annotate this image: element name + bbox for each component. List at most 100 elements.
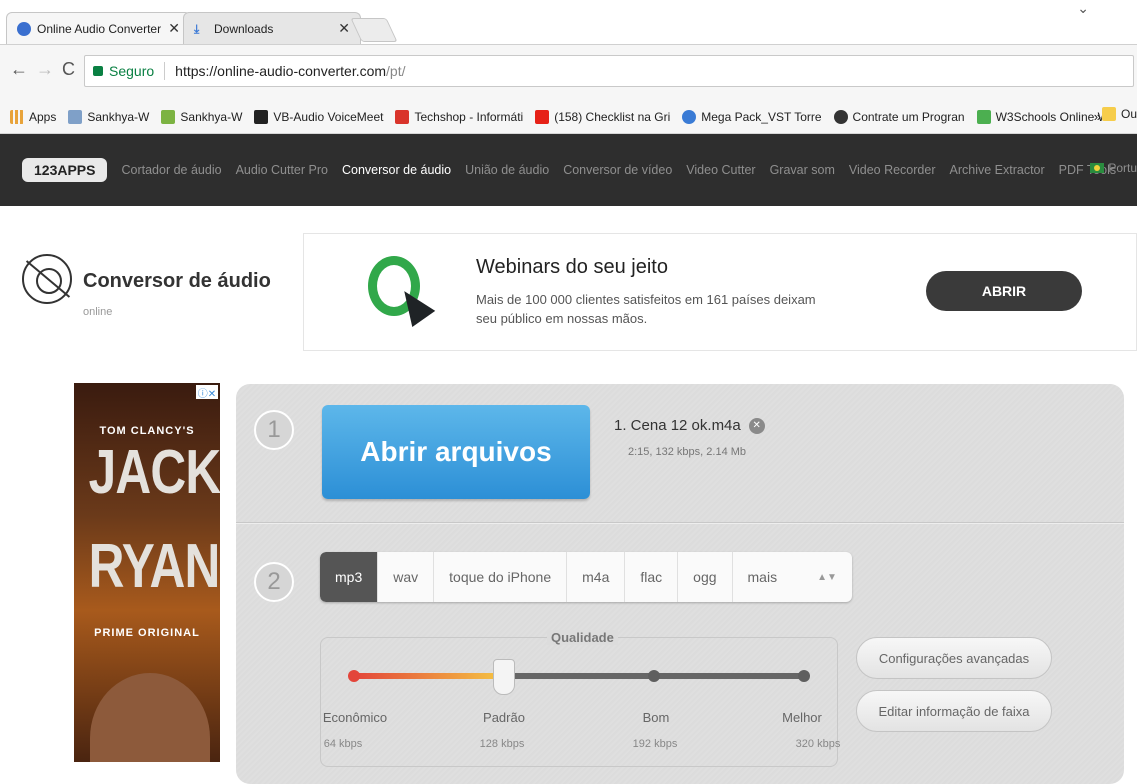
format-flac[interactable]: flac: [625, 552, 679, 602]
remove-file-icon[interactable]: ✕: [748, 417, 765, 434]
nav-link[interactable]: Audio Cutter Pro: [236, 163, 328, 177]
step-number: 2: [254, 562, 294, 602]
bookmark-label: Ou: [1120, 107, 1137, 121]
language-selector[interactable]: Portu: [1090, 161, 1137, 175]
close-icon[interactable]: ✕: [338, 20, 350, 37]
window-minimize-icon[interactable]: ⌄: [1077, 0, 1089, 17]
bookmark-folder[interactable]: Ou: [1101, 107, 1137, 121]
format-mp3[interactable]: mp3: [320, 552, 379, 602]
bookmark-label: Mega Pack_VST Torre: [701, 109, 822, 124]
bookmark-label: W3Schools Online W: [995, 109, 1109, 124]
address-bar[interactable]: Seguro https://online-audio-converter.co…: [84, 55, 1134, 87]
nav-link[interactable]: Cortador de áudio: [121, 163, 221, 177]
file-name: 1. Cena 12 ok.m4a: [614, 417, 741, 434]
language-label: Portu: [1108, 161, 1137, 175]
download-icon: ⤓: [194, 21, 200, 36]
bookmark-label: (158) Checklist na Gri: [554, 109, 671, 124]
nav-link[interactable]: Gravar som: [770, 163, 835, 177]
nav-link[interactable]: Conversor de vídeo: [563, 163, 672, 177]
bookmark-item[interactable]: W3Schools Online W: [976, 109, 1109, 124]
bookmark-label: Apps: [29, 109, 57, 124]
sort-arrows-icon: ▲▼: [817, 571, 837, 583]
bookmark-favicon-icon: [833, 109, 848, 124]
quality-label: Padrão: [483, 710, 525, 725]
quality-label: Econômico: [322, 710, 388, 725]
url-path: /pt/: [386, 63, 406, 79]
divider: [236, 522, 1124, 524]
converter-panel: 1 Abrir arquivos 1. Cena 12 ok.m4a ✕ 2:1…: [236, 384, 1124, 784]
ad-text: PRIME ORIGINAL: [94, 627, 200, 639]
advanced-settings-button[interactable]: Configurações avançadas: [856, 637, 1052, 679]
slider-stop[interactable]: [348, 670, 360, 682]
audio-disc-icon: [22, 254, 72, 304]
side-ad[interactable]: ⓘ✕ TOM CLANCY'S JACK RYAN PRIME ORIGINAL: [74, 383, 220, 762]
format-wav[interactable]: wav: [378, 552, 435, 602]
browser-tab-strip: Online Audio Converter - ✕ ⤓ Downloads ✕…: [0, 0, 1137, 44]
step-number: 1: [254, 410, 294, 450]
ad-banner[interactable]: Webinars do seu jeito Mais de 100 000 cl…: [303, 233, 1137, 351]
tab-title: Online Audio Converter -: [37, 21, 163, 36]
slider-stop[interactable]: [798, 670, 810, 682]
bookmark-item[interactable]: Techshop - Informáti: [395, 109, 524, 124]
back-icon[interactable]: ←: [10, 59, 28, 80]
quality-label: Bom: [642, 710, 670, 725]
tab-title: Downloads: [214, 21, 274, 36]
nav-link[interactable]: Archive Extractor: [950, 163, 1045, 177]
ad-text: TOM CLANCY'S: [99, 425, 195, 437]
bookmark-item[interactable]: Sankhya-W: [68, 109, 150, 124]
file-meta: 2:15, 132 kbps, 2.14 Mb: [628, 446, 747, 458]
quality-slider[interactable]: [348, 659, 810, 695]
slider-thumb[interactable]: [493, 659, 515, 695]
url-host: https://online-audio-converter.com: [175, 63, 387, 79]
bookmark-favicon-icon: [254, 109, 269, 124]
page-subtitle: online: [83, 306, 113, 318]
quality-kbps: 64 kbps: [323, 738, 363, 750]
format-selector: mp3 wav toque do iPhone m4a flac ogg mai…: [320, 552, 852, 602]
divider: [164, 62, 166, 80]
quality-label: Melhor: [782, 710, 822, 725]
ad-title: Webinars do seu jeito: [476, 256, 668, 278]
format-iphone-ringtone[interactable]: toque do iPhone: [434, 552, 568, 602]
ad-close-icon[interactable]: ⓘ✕: [196, 385, 218, 400]
ad-text: JACK: [88, 438, 220, 507]
bookmark-item[interactable]: Contrate um Progran: [833, 109, 965, 124]
forward-icon[interactable]: →: [36, 59, 54, 80]
bookmark-label: Sankhya-W: [87, 109, 150, 124]
ad-open-button[interactable]: ABRIR: [926, 271, 1082, 311]
bookmark-favicon-icon: [682, 109, 697, 124]
bookmarks-more-button[interactable]: »: [1094, 109, 1101, 124]
bookmark-item[interactable]: (158) Checklist na Gri: [535, 109, 671, 124]
open-files-button[interactable]: Abrir arquivos: [322, 405, 590, 499]
close-icon[interactable]: ✕: [168, 20, 180, 37]
edit-track-info-button[interactable]: Editar informação de faixa: [856, 690, 1052, 732]
quality-slider-group: Qualidade Econômico 64 kbps Padrão 128 k…: [320, 630, 840, 767]
quality-title: Qualidade: [547, 630, 618, 645]
ad-description: Mais de 100 000 clientes satisfeitos em …: [476, 292, 816, 326]
bookmark-label: Techshop - Informáti: [414, 109, 524, 124]
bookmark-item[interactable]: Mega Pack_VST Torre: [682, 109, 822, 124]
bookmark-apps[interactable]: Apps: [10, 109, 57, 124]
format-more-dropdown[interactable]: mais ▲▼: [733, 552, 852, 602]
tab-online-audio-converter[interactable]: Online Audio Converter - ✕: [6, 12, 191, 44]
format-ogg[interactable]: ogg: [678, 552, 733, 602]
nav-link[interactable]: Video Recorder: [849, 163, 936, 177]
bookmark-favicon-icon: [395, 109, 410, 124]
bookmark-item[interactable]: Sankhya-W: [161, 109, 243, 124]
nav-link[interactable]: Video Cutter: [686, 163, 755, 177]
site-nav: 123APPS Cortador de áudio Audio Cutter P…: [0, 134, 1137, 206]
bookmark-item[interactable]: VB-Audio VoiceMeet: [254, 109, 383, 124]
bookmark-label: Contrate um Progran: [852, 109, 965, 124]
folder-icon: [1101, 107, 1116, 121]
nav-link[interactable]: União de áudio: [465, 163, 549, 177]
site-logo[interactable]: 123APPS: [22, 158, 108, 182]
ad-text: RYAN: [88, 532, 220, 601]
format-m4a[interactable]: m4a: [567, 552, 626, 602]
reload-icon[interactable]: C: [62, 59, 75, 80]
tab-downloads[interactable]: ⤓ Downloads ✕: [183, 12, 361, 44]
nav-link-active[interactable]: Conversor de áudio: [342, 163, 451, 177]
apps-grid-icon: [10, 109, 24, 124]
bookmark-favicon-icon: [976, 109, 991, 124]
bookmark-label: Sankhya-W: [180, 109, 243, 124]
slider-fill: [354, 673, 504, 679]
slider-stop[interactable]: [648, 670, 660, 682]
